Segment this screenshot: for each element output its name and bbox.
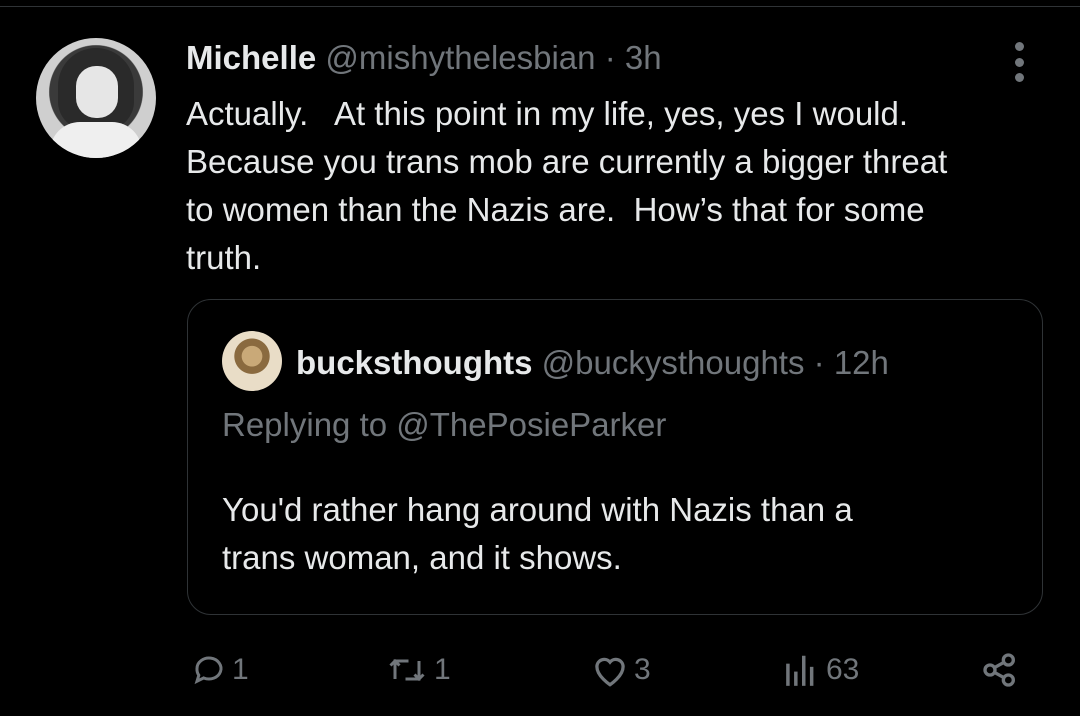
tweet-header: Michelle @mishythelesbian · 3h — [186, 38, 662, 78]
quoted-author-avatar[interactable] — [222, 331, 282, 391]
retweet-button[interactable]: 1 — [384, 648, 451, 692]
views-button[interactable]: 63 — [782, 648, 859, 692]
avatar-shirt — [50, 122, 142, 158]
like-count: 3 — [634, 653, 651, 686]
like-button[interactable]: 3 — [590, 648, 651, 692]
more-options-button[interactable] — [1004, 40, 1034, 84]
top-divider — [0, 6, 1080, 7]
tweet-text: Actually. At this point in my life, yes,… — [186, 95, 948, 276]
heart-icon — [595, 657, 625, 687]
more-vertical-icon — [1014, 42, 1024, 51]
speech-bubble-icon — [194, 656, 223, 685]
tweet-time[interactable]: 3h — [625, 39, 662, 76]
avatar-face — [76, 66, 118, 118]
view-count: 63 — [826, 653, 860, 686]
quoted-author-handle[interactable]: @buckysthoughts — [542, 344, 805, 381]
quoted-tweet-text: You'd rather hang around with Nazis than… — [222, 491, 853, 576]
author-avatar[interactable] — [36, 38, 156, 158]
quoted-author-name[interactable]: bucksthoughts — [296, 344, 533, 381]
share-button[interactable] — [978, 648, 1022, 692]
retweet-icon — [389, 658, 425, 682]
tweet-actions: 1 1 3 63 — [0, 640, 1080, 700]
reply-button[interactable]: 1 — [190, 648, 249, 692]
retweet-count: 1 — [434, 653, 451, 686]
header-separator: · — [604, 39, 616, 76]
quoted-tweet-time[interactable]: 12h — [834, 344, 889, 381]
author-name[interactable]: Michelle — [186, 39, 316, 76]
share-icon — [983, 653, 1015, 687]
bar-chart-icon — [786, 655, 814, 686]
quoted-header-separator: · — [813, 344, 825, 381]
author-handle[interactable]: @mishythelesbian — [325, 39, 595, 76]
replying-to[interactable]: Replying to @ThePosieParker — [222, 405, 666, 445]
quoted-tweet-header: bucksthoughts @buckysthoughts · 12h — [296, 343, 889, 383]
reply-count: 1 — [232, 653, 249, 686]
